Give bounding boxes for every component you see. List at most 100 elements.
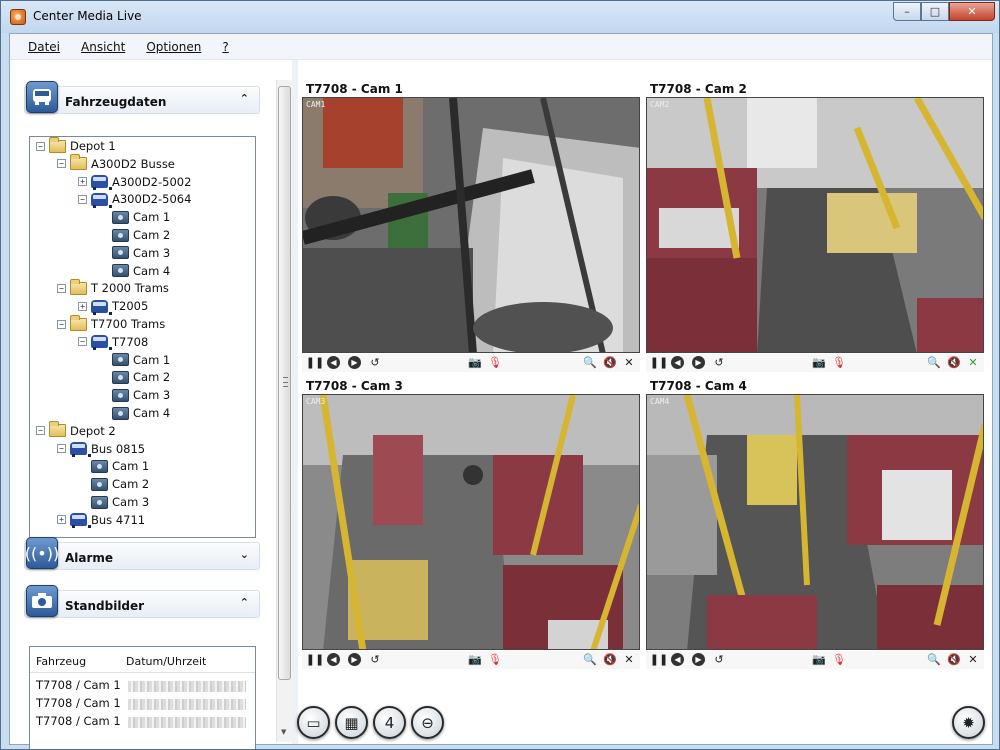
menu-ansicht[interactable]: Ansicht (81, 40, 125, 54)
expand-icon[interactable]: ⌄ (240, 548, 249, 561)
replay-icon[interactable]: ↺ (712, 355, 726, 370)
previous-icon[interactable]: ◀ (671, 356, 684, 369)
collapse-node-icon[interactable]: − (57, 283, 66, 293)
previous-icon[interactable]: ◀ (327, 356, 340, 369)
close-video-icon[interactable]: ✕ (622, 652, 636, 667)
stills-list[interactable]: Fahrzeug Datum/Uhrzeit T7708 / Cam 1 T77… (29, 646, 256, 749)
tree-node-cam[interactable]: Cam 1 (78, 458, 149, 474)
collapse-node-icon[interactable]: − (36, 141, 45, 151)
camera-video-3[interactable]: CAM3 (302, 394, 640, 650)
tree-node-bus[interactable]: − Bus 0815 (57, 441, 145, 458)
list-item[interactable]: T7708 / Cam 1 (36, 678, 246, 695)
tree-node-cam[interactable]: Cam 3 (99, 245, 170, 261)
next-icon[interactable]: ▶ (348, 653, 361, 666)
replay-icon[interactable]: ↺ (368, 355, 382, 370)
column-vehicle[interactable]: Fahrzeug (36, 655, 86, 668)
previous-icon[interactable]: ◀ (327, 653, 340, 666)
tree-node-cam[interactable]: Cam 2 (78, 476, 149, 492)
tree-node-cam[interactable]: Cam 4 (99, 263, 170, 279)
replay-icon[interactable]: ↺ (712, 652, 726, 667)
previous-icon[interactable]: ◀ (671, 653, 684, 666)
tree-node-folder[interactable]: − T7700 Trams (57, 314, 165, 332)
zoom-icon[interactable]: 🔍 (583, 355, 597, 370)
tree-node-cam[interactable]: Cam 4 (99, 405, 170, 421)
tree-node-bus[interactable]: − T7708 (78, 334, 148, 351)
list-item[interactable]: T7708 / Cam 1 (36, 696, 246, 713)
next-icon[interactable]: ▶ (692, 356, 705, 369)
section-alarms[interactable]: ((•)) Alarme ⌄ (24, 537, 260, 570)
close-video-icon[interactable]: ✕ (966, 355, 980, 370)
collapse-node-icon[interactable]: − (57, 159, 66, 169)
section-stills[interactable]: Standbilder ⌃ (24, 585, 260, 618)
close-button[interactable]: ✕ (949, 2, 995, 21)
list-item[interactable]: T7708 / Cam 1 (36, 714, 246, 731)
pause-icon[interactable]: ❚❚ (306, 355, 324, 370)
settings-button[interactable]: ✹ (952, 706, 985, 739)
menu-datei[interactable]: Datei (28, 40, 60, 54)
tree-node-folder[interactable]: − T 2000 Trams (57, 278, 169, 296)
title-bar[interactable]: Center Media Live – □ ✕ (1, 1, 999, 33)
collapse-node-icon[interactable]: − (78, 194, 87, 204)
section-vehicle-data[interactable]: Fahrzeugdaten ⌃ (24, 81, 260, 114)
mute-icon[interactable]: 🔇 (947, 355, 961, 370)
replay-icon[interactable]: ↺ (368, 652, 382, 667)
tree-node-cam[interactable]: Cam 1 (99, 209, 170, 225)
record-icon[interactable]: 🎙 (488, 652, 502, 667)
collapse-node-icon[interactable]: − (57, 319, 66, 329)
layout-single-button[interactable]: ▭ (297, 706, 330, 739)
tree-node-cam[interactable]: Cam 3 (78, 494, 149, 510)
column-datetime[interactable]: Datum/Uhrzeit (126, 655, 206, 668)
snapshot-icon[interactable]: 📷 (468, 355, 482, 370)
maximize-button[interactable]: □ (921, 2, 949, 21)
next-icon[interactable]: ▶ (692, 653, 705, 666)
mute-icon[interactable]: 🔇 (603, 355, 617, 370)
pause-icon[interactable]: ❚❚ (306, 652, 324, 667)
tree-node-folder[interactable]: − Depot 1 (36, 137, 116, 154)
scroll-down-arrow-icon[interactable]: ▼ (281, 728, 286, 736)
tree-node-bus[interactable]: + A300D2-5002 (78, 174, 191, 191)
close-video-icon[interactable]: ✕ (622, 355, 636, 370)
expand-node-icon[interactable]: + (78, 301, 87, 311)
tree-node-folder[interactable]: − A300D2 Busse (57, 154, 175, 172)
minimize-button[interactable]: – (893, 2, 921, 21)
scrollbar-thumb[interactable] (278, 86, 291, 680)
snapshot-icon[interactable]: 📷 (812, 652, 826, 667)
collapse-node-icon[interactable]: − (36, 426, 45, 436)
camera-video-4[interactable]: CAM4 (646, 394, 984, 650)
record-icon[interactable]: 🎙 (488, 355, 502, 370)
tree-node-cam[interactable]: Cam 2 (99, 227, 170, 243)
menu-help[interactable]: ? (222, 40, 228, 54)
tree-node-cam[interactable]: Cam 2 (99, 369, 170, 385)
zoom-icon[interactable]: 🔍 (583, 652, 597, 667)
left-scrollbar[interactable]: ▼ (276, 80, 292, 742)
camera-video-2[interactable]: CAM2 (646, 97, 984, 353)
menu-optionen[interactable]: Optionen (146, 40, 201, 54)
close-video-icon[interactable]: ✕ (966, 652, 980, 667)
mute-icon[interactable]: 🔇 (947, 652, 961, 667)
tree-node-bus[interactable]: − A300D2-5064 (78, 191, 191, 208)
zoom-icon[interactable]: 🔍 (927, 355, 941, 370)
vehicle-tree[interactable]: − Depot 1− A300D2 Busse + A300D2-5002− A300D2… (29, 136, 256, 538)
zoom-out-button[interactable]: ⊖ (411, 706, 444, 739)
next-icon[interactable]: ▶ (348, 356, 361, 369)
collapse-node-icon[interactable]: − (78, 337, 87, 347)
record-icon[interactable]: 🎙 (832, 652, 846, 667)
snapshot-icon[interactable]: 📷 (812, 355, 826, 370)
collapse-icon[interactable]: ⌃ (240, 92, 249, 105)
camera-video-1[interactable]: CAM1 (302, 97, 640, 353)
snapshot-icon[interactable]: 📷 (468, 652, 482, 667)
pause-icon[interactable]: ❚❚ (650, 652, 668, 667)
layout-grid-button[interactable]: ▦ (335, 706, 368, 739)
panel-splitter[interactable] (292, 60, 298, 744)
collapse-node-icon[interactable]: − (57, 444, 66, 454)
pause-icon[interactable]: ❚❚ (650, 355, 668, 370)
zoom-icon[interactable]: 🔍 (927, 652, 941, 667)
layout-four-button[interactable]: 4 (373, 706, 406, 739)
tree-node-bus[interactable]: + Bus 4711 (57, 512, 145, 529)
collapse-icon[interactable]: ⌃ (240, 596, 249, 609)
tree-node-folder[interactable]: − Depot 2 (36, 421, 116, 439)
tree-node-cam[interactable]: Cam 1 (99, 352, 170, 368)
record-icon[interactable]: 🎙 (832, 355, 846, 370)
tree-node-cam[interactable]: Cam 3 (99, 387, 170, 403)
expand-node-icon[interactable]: + (78, 177, 87, 187)
